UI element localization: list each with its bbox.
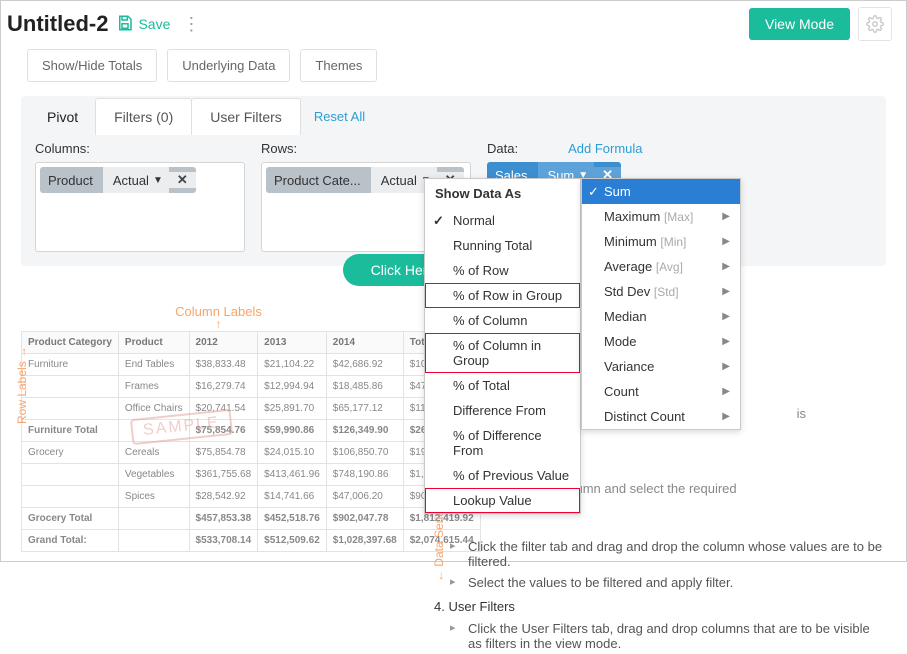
pivot-preview: Column Labels ↑ Row Labels → ← Data Seri… [21,304,416,654]
tab-pivot[interactable]: Pivot [29,99,96,135]
show-data-running-total[interactable]: Running Total [425,233,580,258]
data-series-caption: ← Data Series [432,504,446,582]
chip-dropdown[interactable]: Actual▼ [103,167,169,193]
table-row: Office Chairs$20,741.54$25,891.70$65,177… [22,398,481,420]
table-row: Vegetables$361,755.68$413,461.96$748,190… [22,464,481,486]
themes-button[interactable]: Themes [300,49,377,82]
agg-variance[interactable]: Variance▶ [582,354,740,379]
chevron-right-icon: ▶ [722,236,730,247]
table-header: 2014 [326,332,403,354]
chevron-right-icon: ▶ [722,361,730,372]
row-labels-caption: Row Labels → [15,346,29,424]
show-data-diff-from[interactable]: Difference From [425,398,580,423]
instruction-step-header: 4. User Filters [434,599,886,614]
more-menu-icon[interactable]: ⋮ [178,14,204,35]
save-label: Save [138,16,170,32]
show-data-as-menu: Show Data As Normal Running Total % of R… [424,178,581,514]
show-data-pct-row-group[interactable]: % of Row in Group [425,283,580,308]
table-header: 2012 [189,332,258,354]
show-data-pct-diff-from[interactable]: % of Difference From [425,423,580,463]
table-row: FurnitureEnd Tables$38,833.48$21,104.22$… [22,354,481,376]
chevron-right-icon: ▶ [722,211,730,222]
table-header: Product Category [22,332,119,354]
agg-maximum[interactable]: Maximum [Max]▶ [582,204,740,229]
rows-label: Rows: [261,141,471,156]
table-row: Furniture Total$75,854.76$59,990.86$126,… [22,420,481,442]
instruction-item: Click the User Filters tab, drag and dro… [454,618,886,654]
columns-dropzone[interactable]: Product Actual▼ ✕ [35,162,245,252]
agg-minimum[interactable]: Minimum [Min]▶ [582,229,740,254]
arrow-up-icon: ↑ [21,319,416,329]
chevron-right-icon: ▶ [722,386,730,397]
chevron-right-icon: ▶ [722,286,730,297]
tab-user-filters[interactable]: User Filters [191,98,301,135]
chip-name: Product Cate... [266,173,371,188]
aggregate-menu: Sum Maximum [Max]▶ Minimum [Min]▶ Averag… [581,178,741,430]
columns-label: Columns: [35,141,245,156]
show-data-pct-row[interactable]: % of Row [425,258,580,283]
chevron-right-icon: ▶ [722,311,730,322]
chip-name: Product [40,173,103,188]
table-header: 2013 [258,332,327,354]
show-data-pct-prev[interactable]: % of Previous Value [425,463,580,488]
gear-icon [866,15,884,33]
agg-stddev[interactable]: Std Dev [Std]▶ [582,279,740,304]
save-button[interactable]: Save [116,14,170,35]
add-formula-link[interactable]: Add Formula [568,141,642,156]
agg-mode[interactable]: Mode▶ [582,329,740,354]
agg-count[interactable]: Count▶ [582,379,740,404]
view-mode-button[interactable]: View Mode [749,8,850,40]
chevron-right-icon: ▶ [722,261,730,272]
show-data-pct-total[interactable]: % of Total [425,373,580,398]
instruction-item: Click the filter tab and drag and drop t… [454,536,886,572]
agg-distinct-count[interactable]: Distinct Count▶ [582,404,740,429]
table-header: Product [118,332,189,354]
table-row: Grand Total:$533,708.14$512,509.62$1,028… [22,530,481,552]
data-label: Data: [487,141,518,156]
save-icon [116,14,134,35]
agg-average[interactable]: Average [Avg]▶ [582,254,740,279]
preview-table: Product CategoryProduct201220132014Total… [21,331,481,552]
show-data-pct-column-group[interactable]: % of Column in Group [425,333,580,373]
table-row: Frames$16,279.74$12,994.94$18,485.86$47,… [22,376,481,398]
show-data-as-header: Show Data As [425,179,580,208]
show-hide-totals-button[interactable]: Show/Hide Totals [27,49,157,82]
columns-chip-product[interactable]: Product Actual▼ ✕ [40,167,196,193]
show-data-normal[interactable]: Normal [425,208,580,233]
document-title: Untitled-2 [7,11,108,37]
table-row: GroceryCereals$75,854.78$24,015.10$106,8… [22,442,481,464]
underlying-data-button[interactable]: Underlying Data [167,49,290,82]
table-row: Spices$28,542.92$14,741.66$47,006.20$90,… [22,486,481,508]
reset-all-link[interactable]: Reset All [300,99,379,134]
show-data-pct-column[interactable]: % of Column [425,308,580,333]
instruction-item: Select the values to be filtered and app… [454,572,886,593]
settings-button[interactable] [858,7,892,41]
agg-sum[interactable]: Sum [582,179,740,204]
agg-median[interactable]: Median▶ [582,304,740,329]
tab-filters[interactable]: Filters (0) [95,98,192,135]
table-row: Grocery Total$457,853.38$452,518.76$902,… [22,508,481,530]
show-data-lookup[interactable]: Lookup Value [425,488,580,513]
chevron-down-icon: ▼ [153,175,163,186]
chevron-right-icon: ▶ [722,336,730,347]
chip-remove[interactable]: ✕ [169,172,196,188]
chevron-right-icon: ▶ [722,411,730,422]
